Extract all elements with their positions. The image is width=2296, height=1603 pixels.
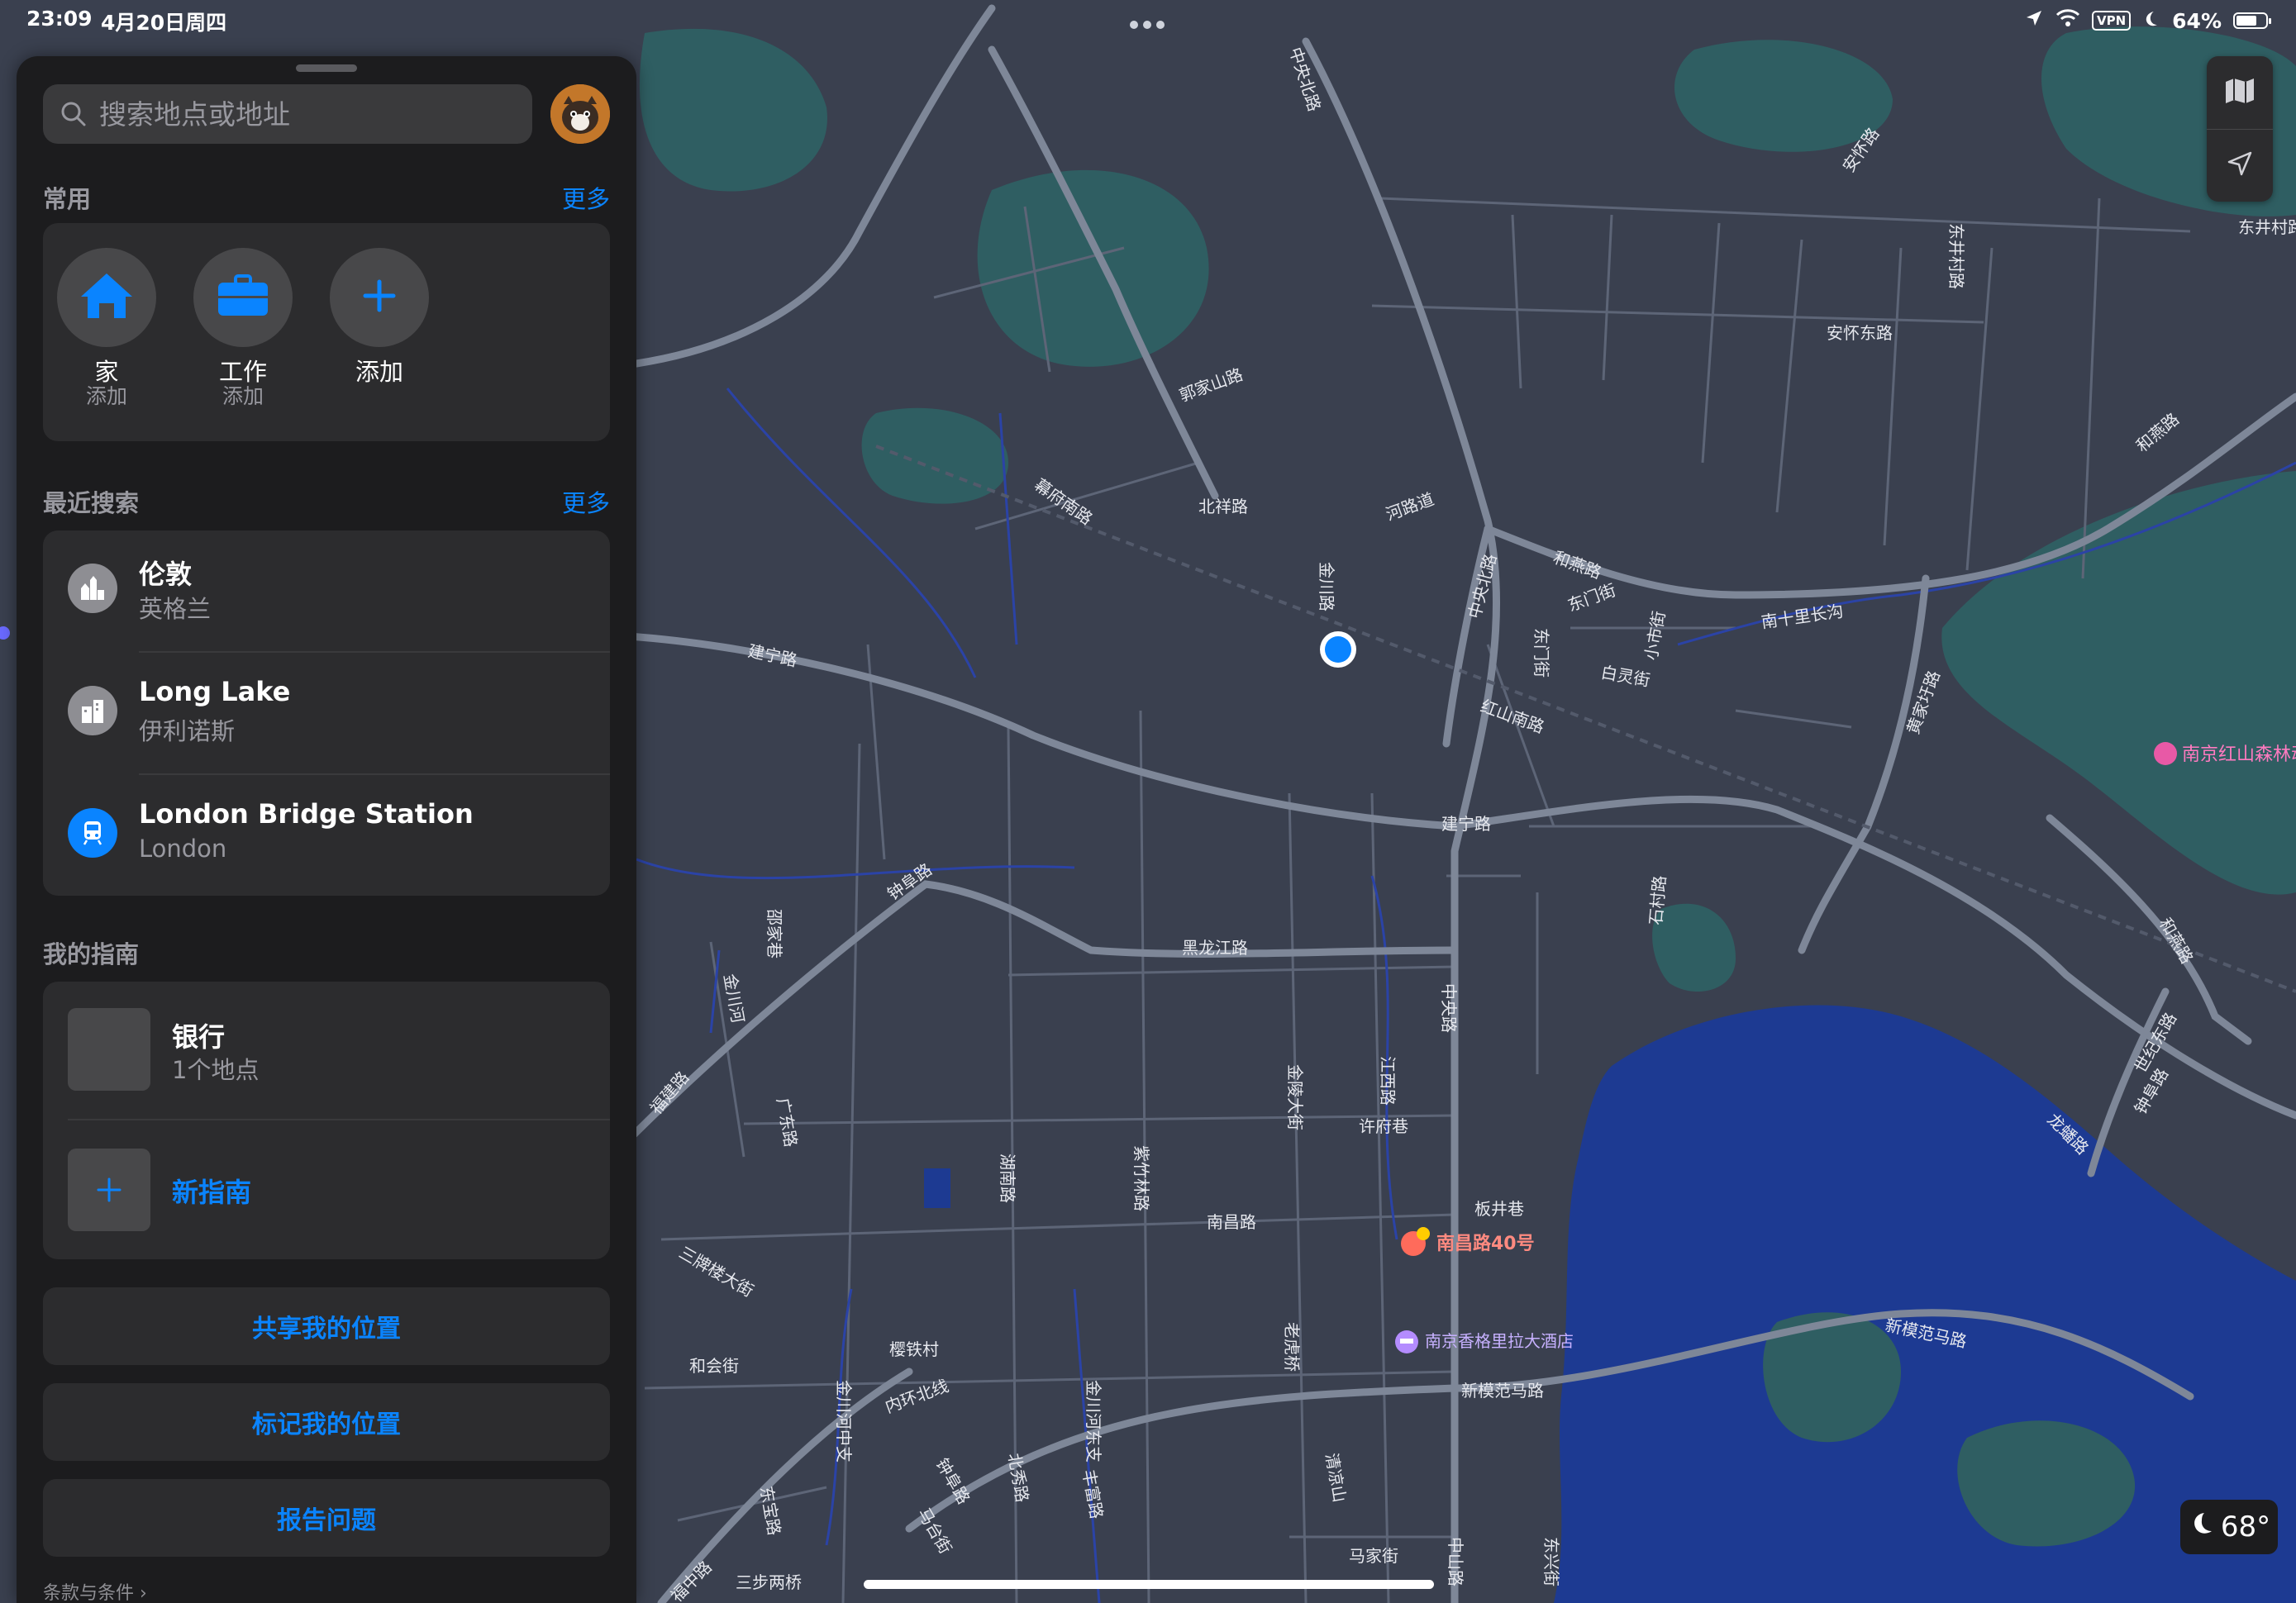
road-label: 金川路 <box>1317 562 1336 611</box>
road-label: 北祥路 <box>1198 497 1248 516</box>
road-label: 金陵大街 <box>1285 1064 1305 1130</box>
road-label: 湖南路 <box>998 1153 1017 1203</box>
poi-address-label: 南昌路40号 <box>1436 1233 1535 1254</box>
terms-link[interactable]: 条款与条件 › <box>43 1578 147 1603</box>
city-icon <box>68 564 117 613</box>
favorites-card: 家 添加 工作 添加 添加 <box>43 223 610 441</box>
multitasking-dots-icon[interactable] <box>1130 17 1169 32</box>
road-label: 中山路 <box>1446 1537 1465 1586</box>
recent-item-title: Long Lake <box>139 676 291 707</box>
new-guide-label: 新指南 <box>172 1177 252 1208</box>
side-panel: 常用 更多 家 添加 工作 添加 <box>17 56 636 1603</box>
plus-icon <box>68 1149 150 1231</box>
road-label: 老虎桥 <box>1282 1322 1302 1372</box>
recent-item[interactable]: 伦敦 英格兰 <box>43 530 610 651</box>
recents-more-link[interactable]: 更多 <box>562 484 610 519</box>
guide-thumbnail <box>68 1008 150 1091</box>
battery-percent: 64% <box>2172 8 2222 33</box>
road-label: 金川河东支 <box>1084 1380 1103 1463</box>
favorite-add-label: 添加 <box>355 358 403 386</box>
road-label: 东兴街 <box>1541 1537 1561 1586</box>
road-label: 东门街 <box>1531 628 1551 678</box>
battery-icon <box>2233 12 2271 29</box>
guide-item[interactable]: 银行 1个地点 <box>43 982 610 1119</box>
favorite-home-label: 家 <box>94 358 119 386</box>
recent-item[interactable]: London Bridge Station London <box>43 775 610 896</box>
wifi-icon <box>2055 8 2080 33</box>
moon-icon <box>2188 1510 2216 1545</box>
recent-item-subtitle: London <box>139 835 227 863</box>
map-controls <box>2207 56 2273 202</box>
mark-location-button[interactable]: 标记我的位置 <box>43 1383 610 1461</box>
road-label: 东井村路 <box>1946 223 1966 289</box>
favorites-more-link[interactable]: 更多 <box>562 180 610 215</box>
moon-icon <box>2142 9 2160 33</box>
locate-me-button[interactable] <box>2207 129 2273 202</box>
road-label: 黑龙江路 <box>1182 938 1248 958</box>
road-label: 东井村路 <box>2238 217 2296 237</box>
favorite-add[interactable]: 添加 <box>326 248 433 385</box>
road-label: 南昌路 <box>1207 1212 1256 1232</box>
map-mode-button[interactable] <box>2207 56 2273 129</box>
favorite-work-sub: 添加 <box>222 384 264 408</box>
report-issue-button[interactable]: 报告问题 <box>43 1479 610 1557</box>
current-location-dot[interactable] <box>1320 631 1356 668</box>
road-label: 金川河中支 <box>834 1380 854 1463</box>
recent-item-title: 伦敦 <box>139 559 193 590</box>
recent-item-subtitle: 伊利诺斯 <box>139 717 236 745</box>
road-label: 安怀东路 <box>1827 323 1893 343</box>
status-time: 23:09 <box>26 7 93 31</box>
road-label: 马家街 <box>1349 1546 1398 1566</box>
share-location-button[interactable]: 共享我的位置 <box>43 1287 610 1365</box>
briefcase-icon <box>216 273 270 322</box>
weather-badge[interactable]: 68° <box>2180 1500 2278 1554</box>
road-label: 邵家巷 <box>765 909 784 958</box>
status-bar: 23:09 4月20日周四 VPN 64% <box>0 0 2296 41</box>
road-label: 三步两桥 <box>736 1572 802 1592</box>
search-icon <box>60 100 88 128</box>
favorites-title: 常用 <box>43 185 92 213</box>
search-bar[interactable] <box>43 84 532 144</box>
favorite-work[interactable]: 工作 添加 <box>189 248 297 408</box>
vpn-badge: VPN <box>2092 11 2132 31</box>
recent-item[interactable]: Long Lake 伊利诺斯 <box>43 653 610 773</box>
status-date: 4月20日周四 <box>101 11 227 35</box>
weather-temperature: 68° <box>2220 1510 2271 1544</box>
favorite-home-sub: 添加 <box>85 384 127 408</box>
poi-hotel-map-label: 南京香格里拉大酒店 <box>1425 1331 1574 1351</box>
guides-title: 我的指南 <box>43 940 140 968</box>
house-icon <box>78 270 136 325</box>
train-icon <box>68 808 117 858</box>
road-label: 中央路 <box>1439 983 1459 1033</box>
recents-title: 最近搜索 <box>43 489 140 517</box>
location-arrow-icon <box>2226 150 2254 181</box>
new-guide-button[interactable]: 新指南 <box>43 1120 610 1259</box>
building-icon <box>68 686 117 735</box>
road-label: 和会街 <box>689 1356 739 1376</box>
guides-card: 银行 1个地点 新指南 <box>43 982 610 1259</box>
favorite-work-label: 工作 <box>218 358 267 386</box>
search-input[interactable] <box>98 97 531 131</box>
road-label: 紫竹林路 <box>1131 1145 1151 1211</box>
plus-icon <box>360 277 398 318</box>
road-label: 樱铁村 <box>889 1339 939 1359</box>
recent-item-subtitle: 英格兰 <box>139 595 212 623</box>
home-indicator[interactable] <box>864 1580 1434 1589</box>
recent-item-title: London Bridge Station <box>139 798 474 830</box>
poi-hotel[interactable] <box>1395 1330 1418 1353</box>
road-label: 板井巷 <box>1474 1199 1524 1219</box>
favorite-home[interactable]: 家 添加 <box>53 248 160 408</box>
panel-grabber[interactable] <box>296 64 357 72</box>
guide-item-subtitle: 1个地点 <box>172 1056 260 1084</box>
road-label: 新模范马路 <box>1461 1381 1544 1401</box>
road-label: 建宁路 <box>1441 814 1491 834</box>
map-icon <box>2224 77 2256 108</box>
recents-card: 伦敦 英格兰 Long Lake 伊利诺斯 London Bridge Stat… <box>43 530 610 896</box>
road-label: 许府巷 <box>1359 1116 1408 1136</box>
avatar[interactable] <box>550 84 610 144</box>
location-arrow-icon <box>2024 8 2044 33</box>
road-label: 江西路 <box>1378 1056 1398 1106</box>
poi-zoo-label: 南京红山森林动物园 <box>2182 744 2296 765</box>
guide-item-title: 银行 <box>172 1021 226 1053</box>
